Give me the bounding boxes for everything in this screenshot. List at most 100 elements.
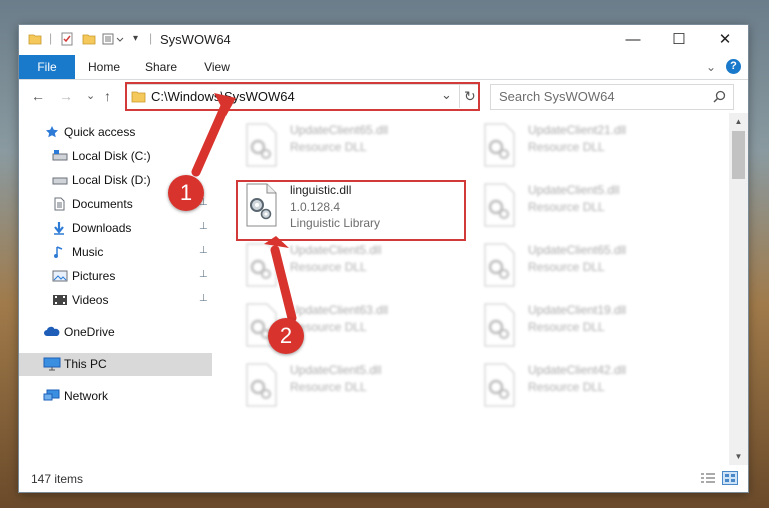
drive-icon	[52, 149, 68, 163]
file-item[interactable]: UpdateClient5.dll Resource DLL	[242, 361, 452, 413]
address-bar[interactable]: C:\Windows\SysWOW64 ⌄ ↻	[125, 84, 480, 110]
file-item[interactable]: UpdateClient19.dll Resource DLL	[480, 301, 690, 353]
address-divider	[459, 84, 460, 108]
expand-ribbon-icon[interactable]: ⌄	[703, 55, 719, 79]
search-input[interactable]	[491, 85, 714, 107]
address-dropdown-icon[interactable]: ⌄	[441, 87, 452, 103]
details-view-icon[interactable]	[700, 472, 716, 490]
file-name: UpdateClient42.dll	[528, 363, 627, 377]
maximize-button[interactable]: ☐	[656, 25, 702, 55]
status-bar: 147 items	[19, 465, 748, 492]
dll-file-icon	[242, 243, 280, 287]
file-item[interactable]: UpdateClient5.dll Resource DLL	[242, 241, 452, 293]
vertical-scrollbar[interactable]: ▲ ▼	[729, 113, 748, 465]
nav-item-label: OneDrive	[64, 325, 115, 339]
item-count: 147 items	[31, 472, 84, 486]
folder-icon	[131, 89, 146, 109]
scroll-down-icon[interactable]: ▼	[729, 448, 748, 465]
nav-item-label: Pictures	[72, 269, 116, 283]
forward-button[interactable]: →	[59, 88, 73, 104]
nav-item-videos[interactable]: Videos ⊥	[19, 289, 212, 311]
nav-item-label: Downloads	[72, 221, 132, 235]
nav-item-label: This PC	[64, 357, 107, 371]
file-item[interactable]: UpdateClient63.dll Resource DLL	[242, 301, 452, 353]
properties-icon[interactable]	[60, 32, 74, 51]
file-type: Resource DLL	[528, 320, 605, 334]
nav-item-local-disk-d[interactable]: Local Disk (D:)	[19, 169, 212, 191]
tab-home[interactable]: Home	[80, 55, 128, 79]
nav-item-label: Quick access	[64, 125, 136, 139]
file-type: Resource DLL	[290, 260, 367, 274]
file-name: UpdateClient21.dll	[528, 123, 627, 137]
nav-item-onedrive[interactable]: OneDrive	[19, 321, 212, 343]
large-icons-view-icon[interactable]	[722, 471, 738, 490]
dll-file-icon	[242, 303, 280, 347]
file-type: Resource DLL	[290, 380, 367, 394]
file-name: UpdateClient5.dll	[290, 363, 382, 377]
nav-item-music[interactable]: Music ⊥	[19, 241, 212, 263]
folder-icon	[28, 32, 42, 51]
tab-view[interactable]: View	[195, 55, 239, 79]
dll-file-icon	[480, 303, 518, 347]
scroll-thumb[interactable]	[732, 131, 745, 179]
back-button[interactable]: ←	[31, 88, 45, 104]
documents-icon	[52, 197, 66, 211]
nav-item-pictures[interactable]: Pictures ⊥	[19, 265, 212, 287]
dll-file-icon	[480, 123, 518, 167]
dll-file-icon	[242, 363, 280, 407]
dll-file-icon	[480, 183, 518, 227]
pin-icon: ⊥	[199, 197, 208, 208]
file-item[interactable]: UpdateClient42.dll Resource DLL	[480, 361, 690, 413]
file-item[interactable]: UpdateClient65.dll Resource DLL	[242, 121, 452, 173]
file-item[interactable]: UpdateClient65.dll Resource DLL	[480, 241, 690, 293]
file-version: 1.0.128.4	[290, 200, 341, 214]
pin-icon: ⊥	[199, 245, 208, 256]
nav-item-local-disk-c[interactable]: Local Disk (C:)	[19, 145, 212, 167]
file-item[interactable]: UpdateClient5.dll Resource DLL	[480, 181, 690, 233]
file-name: UpdateClient65.dll	[528, 243, 627, 257]
file-item-linguistic[interactable]: linguistic.dll 1.0.128.4 Linguistic Libr…	[242, 181, 467, 233]
help-icon[interactable]: ?	[726, 59, 741, 74]
file-name: UpdateClient5.dll	[528, 183, 620, 197]
nav-item-documents[interactable]: Documents ⊥	[19, 193, 212, 215]
file-type: Resource DLL	[528, 380, 605, 394]
file-explorer-window: | ▾ | SysWOW64 — ☐ ✕ File Home Share Vie…	[19, 25, 748, 492]
drive-icon	[52, 173, 68, 187]
file-name: UpdateClient63.dll	[290, 303, 389, 317]
downloads-icon	[52, 221, 66, 235]
nav-item-downloads[interactable]: Downloads ⊥	[19, 217, 212, 239]
file-type: Resource DLL	[528, 140, 605, 154]
new-folder-icon[interactable]	[82, 32, 96, 51]
minimize-button[interactable]: —	[610, 25, 656, 55]
file-name: UpdateClient5.dll	[290, 243, 382, 257]
quick-access-dropdown-icon[interactable]: ▾	[133, 33, 138, 44]
scroll-up-icon[interactable]: ▲	[729, 113, 748, 130]
nav-item-quick-access[interactable]: Quick access	[19, 121, 212, 143]
recent-locations-button[interactable]: ⌄	[86, 89, 95, 102]
refresh-button[interactable]: ↻	[464, 88, 476, 105]
close-button[interactable]: ✕	[702, 25, 748, 55]
nav-item-label: Local Disk (C:)	[72, 149, 151, 163]
pictures-icon	[52, 269, 68, 283]
tab-share[interactable]: Share	[138, 55, 184, 79]
title-separator: |	[49, 31, 53, 45]
file-name: UpdateClient65.dll	[290, 123, 389, 137]
up-button[interactable]: ↑	[104, 88, 111, 104]
dll-file-icon	[480, 363, 518, 407]
address-row: ← → ⌄ ↑ C:\Windows\SysWOW64 ⌄ ↻	[19, 80, 748, 113]
file-type: Resource DLL	[528, 260, 605, 274]
navigation-pane: Quick access Local Disk (C:) Local Disk …	[19, 113, 215, 465]
nav-item-network[interactable]: Network	[19, 385, 212, 407]
dll-file-icon	[242, 183, 280, 227]
nav-item-label: Videos	[72, 293, 109, 307]
file-item[interactable]: UpdateClient21.dll Resource DLL	[480, 121, 690, 173]
customize-toolbar-icon[interactable]	[102, 32, 124, 51]
address-path[interactable]: C:\Windows\SysWOW64	[151, 89, 295, 104]
tab-file[interactable]: File	[19, 55, 75, 79]
pin-icon: ⊥	[199, 269, 208, 280]
nav-item-label: Documents	[72, 197, 133, 211]
search-icon[interactable]	[713, 90, 726, 108]
dll-file-icon	[480, 243, 518, 287]
dll-file-icon	[242, 123, 280, 167]
nav-item-this-pc[interactable]: This PC	[19, 353, 212, 376]
